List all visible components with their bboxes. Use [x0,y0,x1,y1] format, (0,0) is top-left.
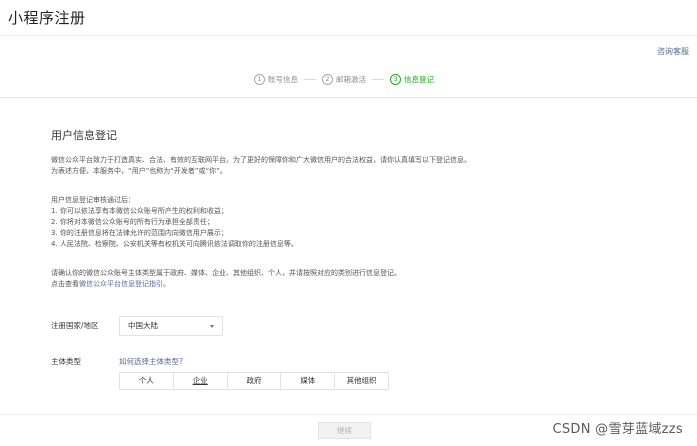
header-divider [0,35,697,36]
chevron-down-icon [210,325,214,328]
guide-line: 点击查看微信公众平台信息登记指引。 [51,279,170,289]
section-title: 用户信息登记 [51,129,117,142]
region-select[interactable]: 中国大陆 [119,316,223,336]
subject-type-media[interactable]: 媒体 [281,373,336,389]
guide-prefix: 点击查看 [51,280,79,288]
step-label: 账号信息 [268,74,298,84]
continue-button[interactable]: 继续 [318,422,371,439]
step-label: 信息登记 [404,74,434,84]
step-separator [372,78,384,80]
step-number: 2 [322,73,333,85]
subject-type-help-link[interactable]: 如何选择主体类型? [119,356,183,367]
step-account-info: 1 账号信息 [254,73,298,85]
step-number: 3 [390,73,401,85]
confirm-line: 请确认你的微信公众账号主体类型属于政府、媒体、企业、其他组织、个人，并请按照对应… [51,269,401,277]
intro-line: 微信公众平台致力于打造真实、合法、有效的互联网平台。为了更好的保障你和广大微信用… [51,156,471,164]
rights-line: 4. 人民法院、检察院、公安机关等有权机关可向腾讯依法调取你的注册信息等。 [51,240,298,248]
step-number: 1 [254,73,265,85]
step-email-activation: 2 邮箱激活 [322,73,366,85]
support-link[interactable]: 咨询客服 [657,46,689,57]
step-label: 邮箱激活 [336,74,366,84]
step-separator [304,78,316,80]
step-info-registration: 3 信息登记 [390,73,434,85]
page-title: 小程序注册 [8,9,86,27]
subject-type-enterprise[interactable]: 企业 [173,373,228,389]
region-select-value: 中国大陆 [128,321,158,330]
guide-suffix: 。 [163,280,170,288]
rights-line: 用户信息登记审核通过后： [51,196,135,204]
subject-type-personal[interactable]: 个人 [120,373,174,389]
region-label: 注册国家/地区 [51,321,99,330]
steps-divider [0,97,697,98]
rights-line: 3. 你的注册信息将在法律允许的范围内向微信用户展示； [51,229,228,237]
footer-divider [0,414,697,415]
guide-link[interactable]: 微信公众平台信息登记指引 [79,280,163,288]
watermark: CSDN @雪芽蓝域zzs [552,422,683,437]
rights-line: 1. 你可以依法享有本微信公众账号所产生的权利和收益； [51,207,228,215]
subject-type-options: 个人 企业 政府 媒体 其他组织 [119,372,389,390]
subject-type-other-org[interactable]: 其他组织 [335,373,388,389]
subject-type-government[interactable]: 政府 [227,373,282,389]
step-indicator: 1 账号信息 2 邮箱激活 3 信息登记 [254,72,434,86]
rights-line: 2. 你将对本微信公众账号的所有行为承担全部责任； [51,218,214,226]
subject-type-label: 主体类型 [51,357,81,366]
intro-line: 为表述方便，本服务中，“用户”也称为“开发者”或“你”。 [51,167,227,175]
